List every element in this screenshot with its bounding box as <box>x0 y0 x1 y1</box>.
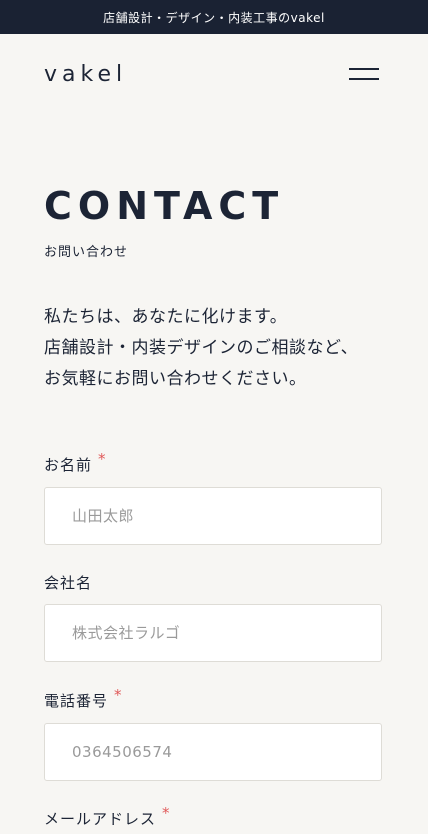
announcement-text: 店舗設計・デザイン・内装工事のvakel <box>103 10 325 25</box>
required-mark: * <box>114 686 123 704</box>
intro-line-2: 店舗設計・内装デザインのご相談など、 <box>44 338 359 358</box>
phone-label-text: 電話番号 <box>44 692 109 710</box>
site-logo[interactable]: vakel <box>44 62 127 87</box>
company-field-label: 会社名 <box>44 572 92 593</box>
email-field-label: メールアドレス * <box>44 804 171 829</box>
intro-line-1: 私たちは、あなたに化けます。 <box>44 307 288 327</box>
required-mark: * <box>162 804 171 822</box>
hamburger-menu-icon[interactable] <box>349 66 379 82</box>
intro-text: 私たちは、あなたに化けます。 店舗設計・内装デザインのご相談など、 お気軽にお問… <box>44 302 404 395</box>
phone-field-label: 電話番号 * <box>44 686 123 711</box>
name-input[interactable] <box>44 487 382 545</box>
page-subtitle: お問い合わせ <box>44 245 129 260</box>
menu-line-top <box>349 68 379 70</box>
top-announcement-bar: 店舗設計・デザイン・内装工事のvakel <box>0 0 428 34</box>
phone-input[interactable] <box>44 723 382 781</box>
name-field-label: お名前 * <box>44 450 107 475</box>
page-title: CONTACT <box>44 184 285 228</box>
required-mark: * <box>98 450 107 468</box>
menu-line-bottom <box>349 78 379 80</box>
intro-line-3: お気軽にお問い合わせください。 <box>44 369 307 389</box>
company-input[interactable] <box>44 604 382 662</box>
email-label-text: メールアドレス <box>44 810 157 828</box>
company-label-text: 会社名 <box>44 574 93 592</box>
name-label-text: お名前 <box>44 456 93 474</box>
